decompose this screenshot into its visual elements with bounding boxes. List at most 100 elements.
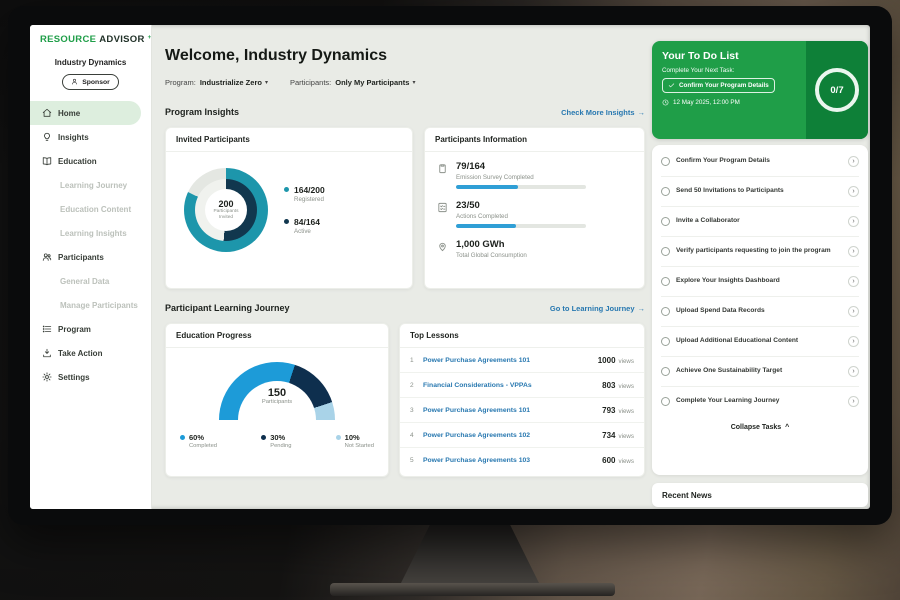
sidebar-item-manage-participants[interactable]: Manage Participants <box>30 293 151 317</box>
not-started-dot <box>336 435 341 440</box>
chevron-right-icon[interactable]: › <box>848 306 859 317</box>
progress-fill <box>456 185 518 189</box>
arrow-right-icon: → <box>638 304 646 313</box>
sidebar-item-settings[interactable]: Settings <box>30 365 151 389</box>
views-label: views <box>619 408 634 415</box>
views-label: views <box>619 458 634 465</box>
lesson-rank: 5 <box>410 457 417 464</box>
task-checkbox[interactable] <box>661 187 670 196</box>
chevron-right-icon[interactable]: › <box>848 246 859 257</box>
chevron-right-icon[interactable]: › <box>848 276 859 287</box>
chevron-right-icon[interactable]: › <box>848 156 859 167</box>
collapse-tasks-link[interactable]: Collapse Tasks ^ <box>661 416 859 435</box>
sidebar-item-label: Insights <box>58 133 89 142</box>
task-row[interactable]: Verify participants requesting to join t… <box>661 237 859 267</box>
sidebar-item-education-content[interactable]: Education Content <box>30 197 151 221</box>
chevron-right-icon[interactable]: › <box>848 216 859 227</box>
download-icon <box>42 348 52 358</box>
program-filter[interactable]: Program: Industrialize Zero ▾ <box>165 78 268 87</box>
sidebar-item-label: Participants <box>58 253 104 262</box>
task-row[interactable]: Send 50 Invitations to Participants › <box>661 177 859 207</box>
task-row[interactable]: Invite a Collaborator › <box>661 207 859 237</box>
card-title: Top Lessons <box>400 324 644 348</box>
program-filter-value: Industrialize Zero <box>200 78 262 87</box>
task-row[interactable]: Achieve One Sustainability Target › <box>661 357 859 387</box>
todo-summary-left: Your To Do List Complete Your Next Task:… <box>652 41 806 139</box>
chevron-right-icon[interactable]: › <box>848 336 859 347</box>
recent-news-header[interactable]: Recent News <box>652 483 868 507</box>
book-icon <box>42 156 52 166</box>
gauge-center: 150 Participants <box>219 387 335 405</box>
segment-value: 60% <box>189 433 217 442</box>
chevron-down-icon: ▾ <box>412 79 415 86</box>
logo-part-2: ADVISOR <box>99 34 144 45</box>
invited-legend: 164/200 Registered 84/164 Active <box>284 185 325 235</box>
logo-part-1: RESOURCE <box>40 34 96 45</box>
filter-bar: Program: Industrialize Zero ▾ Participan… <box>165 78 415 87</box>
legend-item-registered: 164/200 Registered <box>284 185 325 203</box>
check-more-insights-link[interactable]: Check More Insights → <box>561 108 645 117</box>
check-icon <box>668 82 675 89</box>
legend-item-not-started: 10% Not Started <box>336 433 374 449</box>
task-checkbox[interactable] <box>661 277 670 286</box>
task-checkbox[interactable] <box>661 247 670 256</box>
lesson-title-link[interactable]: Power Purchase Agreements 102 <box>423 432 596 439</box>
task-label: Send 50 Invitations to Participants <box>676 187 842 196</box>
lesson-title-link[interactable]: Financial Considerations - VPPAs <box>423 382 596 389</box>
sidebar-item-general-data[interactable]: General Data <box>30 269 151 293</box>
sidebar-item-learning-journey[interactable]: Learning Journey <box>30 173 151 197</box>
go-to-learning-journey-link[interactable]: Go to Learning Journey → <box>550 304 645 313</box>
lesson-rank: 2 <box>410 382 417 389</box>
participants-filter[interactable]: Participants: Only My Participants ▾ <box>290 78 415 87</box>
sponsor-badge: Sponsor <box>62 74 119 90</box>
task-checkbox[interactable] <box>661 217 670 226</box>
sidebar-item-participants[interactable]: Participants <box>30 245 151 269</box>
task-label: Upload Additional Educational Content <box>676 337 842 346</box>
info-value: 23/50 <box>456 200 586 211</box>
education-progress-card: Education Progress 150 Participants <box>165 323 389 477</box>
legend-item-active: 84/164 Active <box>284 217 325 235</box>
task-row[interactable]: Upload Additional Educational Content › <box>661 327 859 357</box>
sidebar-item-education[interactable]: Education <box>30 149 151 173</box>
lesson-title-link[interactable]: Power Purchase Agreements 101 <box>423 407 596 414</box>
sidebar-item-program[interactable]: Program <box>30 317 151 341</box>
todo-next-task[interactable]: Confirm Your Program Details <box>662 78 775 93</box>
collapse-label: Collapse Tasks <box>731 424 781 431</box>
lesson-views: 734views <box>602 431 634 440</box>
org-name: Industry Dynamics <box>30 58 151 67</box>
registered-label: Registered <box>294 196 325 203</box>
views-count: 1000 <box>598 356 616 365</box>
chevron-right-icon[interactable]: › <box>848 186 859 197</box>
lesson-title-link[interactable]: Power Purchase Agreements 103 <box>423 457 596 464</box>
lesson-row: 2 Financial Considerations - VPPAs 803vi… <box>400 373 644 398</box>
chevron-down-icon: ▾ <box>265 79 268 86</box>
sidebar-item-insights[interactable]: Insights <box>30 125 151 149</box>
task-checkbox[interactable] <box>661 157 670 166</box>
chevron-right-icon[interactable]: › <box>848 366 859 377</box>
legend-item-completed: 60% Completed <box>180 433 217 449</box>
bulb-icon <box>42 132 52 142</box>
gear-icon <box>42 372 52 382</box>
app-logo: RESOURCE ADVISOR + <box>30 34 151 45</box>
task-checkbox[interactable] <box>661 367 670 376</box>
main-content: Welcome, Industry Dynamics Program: Indu… <box>165 25 645 509</box>
task-checkbox[interactable] <box>661 337 670 346</box>
lesson-rank: 4 <box>410 432 417 439</box>
sidebar-item-learning-insights[interactable]: Learning Insights <box>30 221 151 245</box>
task-row[interactable]: Confirm Your Program Details › <box>661 147 859 177</box>
task-checkbox[interactable] <box>661 397 670 406</box>
lesson-title-link[interactable]: Power Purchase Agreements 101 <box>423 357 592 364</box>
task-row[interactable]: Explore Your Insights Dashboard › <box>661 267 859 297</box>
sidebar-item-take-action[interactable]: Take Action <box>30 341 151 365</box>
task-row[interactable]: Upload Spend Data Records › <box>661 297 859 327</box>
segment-label: Completed <box>189 443 217 449</box>
lesson-row: 4 Power Purchase Agreements 102 734views <box>400 423 644 448</box>
info-value: 1,000 GWh <box>456 239 527 250</box>
task-row[interactable]: Complete Your Learning Journey › <box>661 387 859 416</box>
chevron-right-icon[interactable]: › <box>848 396 859 407</box>
todo-due: 12 May 2025, 12:00 PM <box>662 99 796 106</box>
gauge-legend: 60% Completed 30% Pending <box>166 433 388 449</box>
gauge-label: Participants <box>219 399 335 405</box>
sidebar-item-home[interactable]: Home <box>30 101 141 125</box>
task-checkbox[interactable] <box>661 307 670 316</box>
